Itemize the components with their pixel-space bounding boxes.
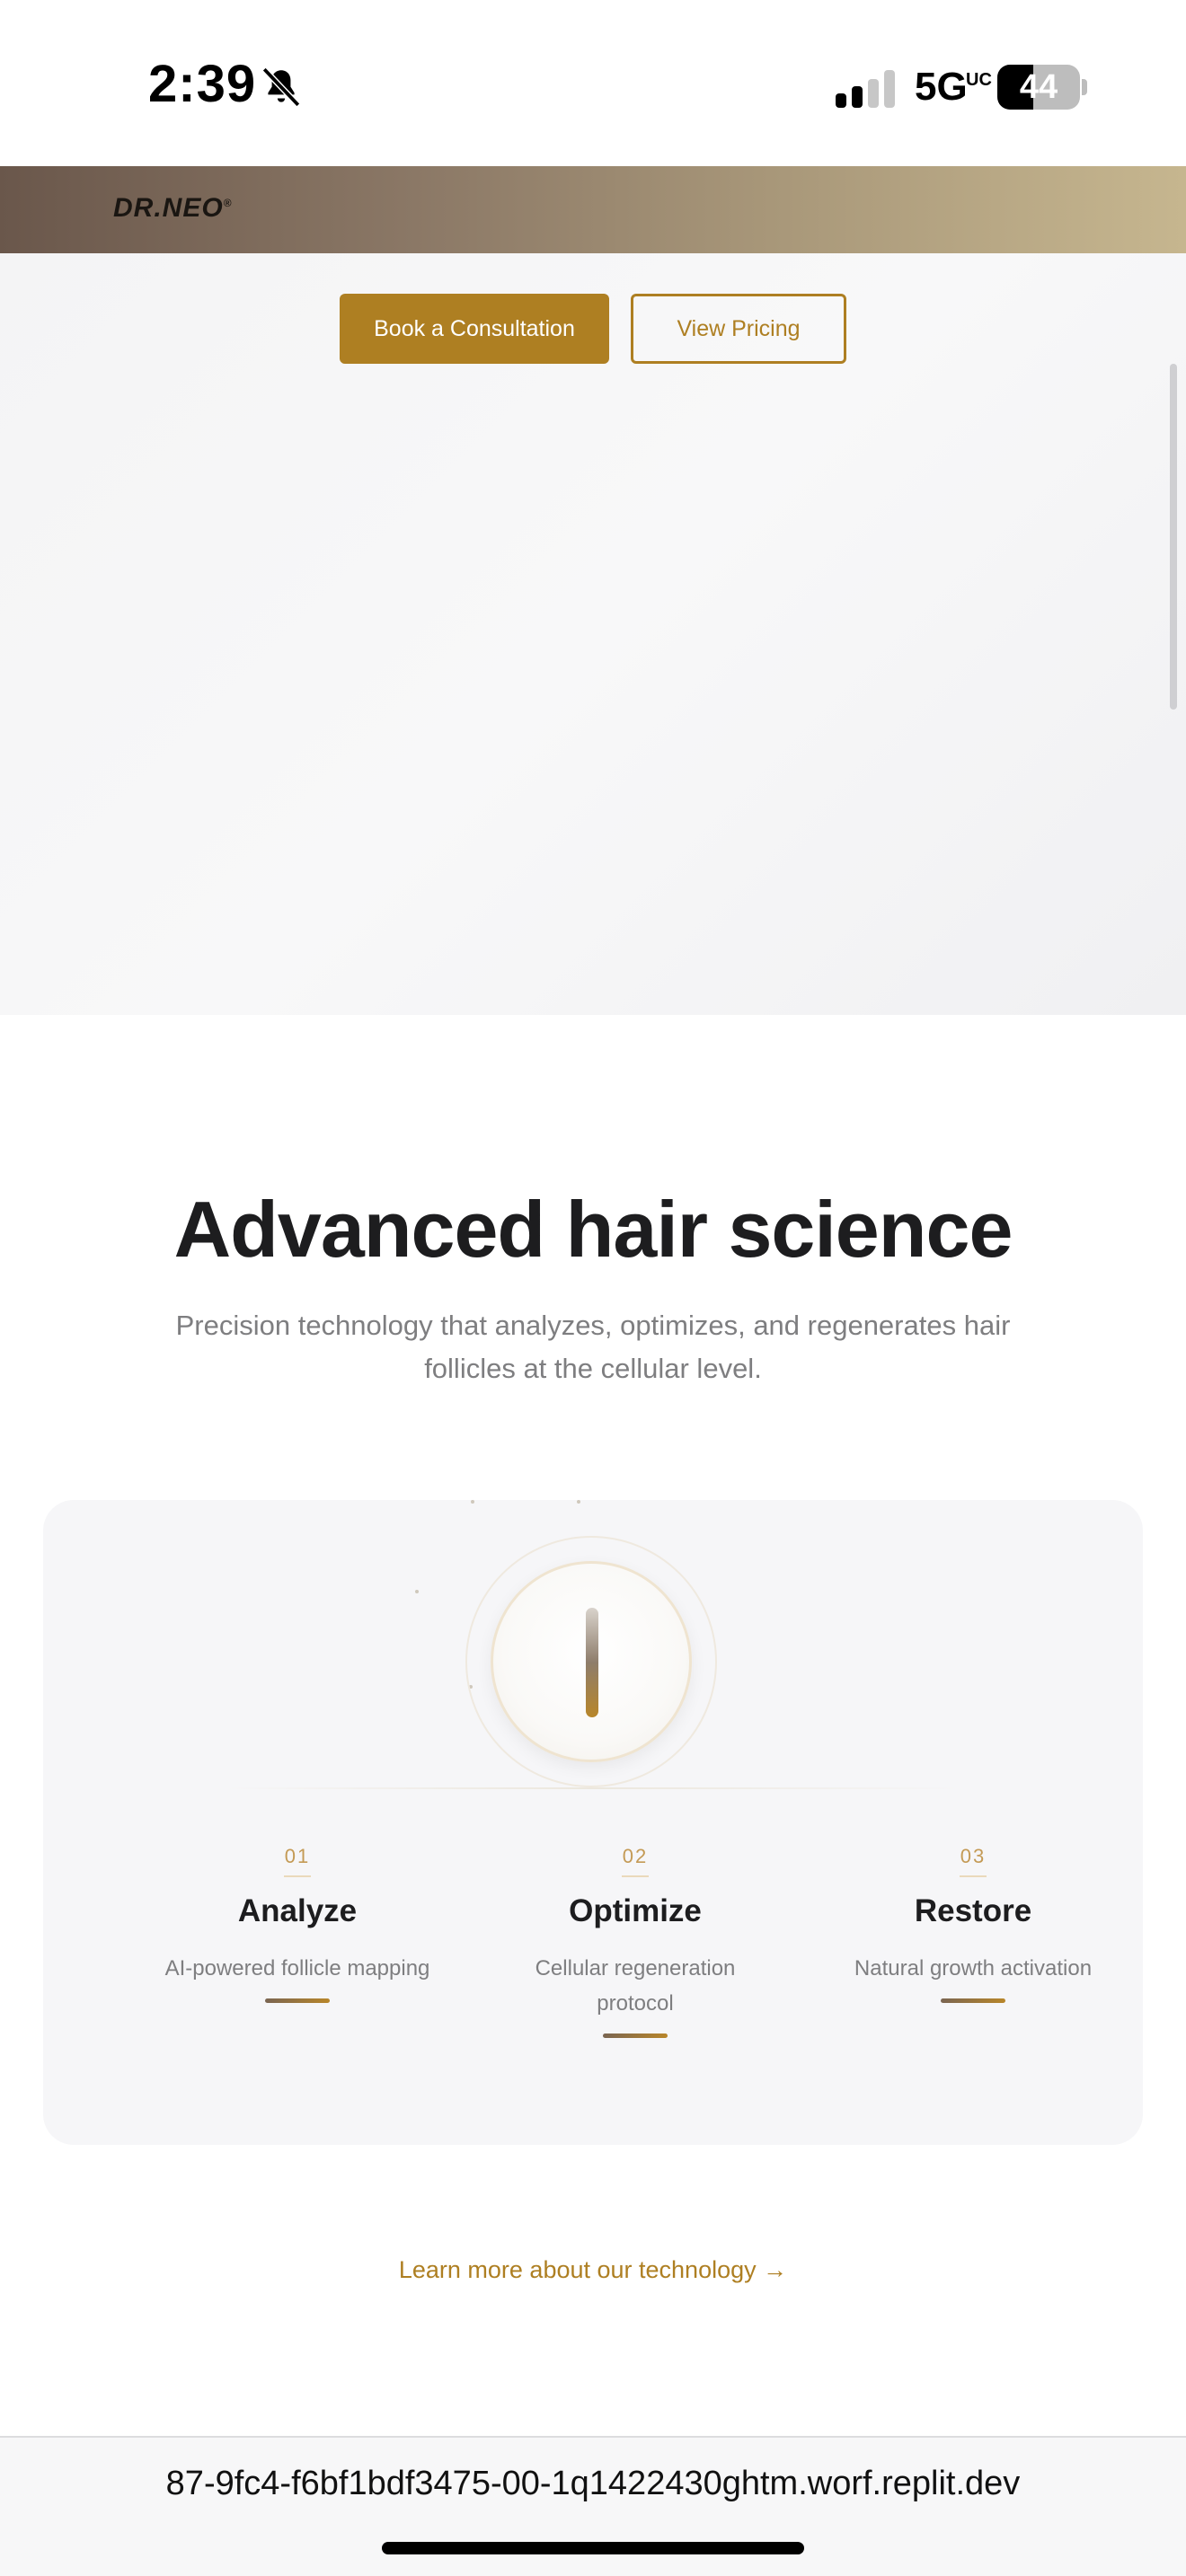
divider	[223, 1787, 963, 1789]
technology-card: 01 Analyze AI-powered follicle mapping 0…	[43, 1500, 1143, 2145]
decorative-dot	[577, 1500, 580, 1504]
section-subtitle: Precision technology that analyzes, opti…	[175, 1310, 1011, 1384]
hero-section: Book a Consultation View Pricing	[0, 253, 1186, 1015]
step-title: Analyze	[237, 1893, 358, 1928]
step-accent-bar	[603, 2033, 668, 2038]
battery-icon: 44	[997, 65, 1080, 110]
step-title: Optimize	[569, 1893, 702, 1928]
step-tick	[284, 1875, 311, 1877]
network-badge: UC	[966, 70, 992, 90]
step-tick	[960, 1875, 987, 1877]
step-description: Natural growth activation	[854, 1956, 1093, 1981]
step-title: Restore	[914, 1893, 1032, 1928]
step-optimize: 02 Optimize Cellular regeneration protoc…	[482, 1845, 788, 2038]
logo-mark: ®	[223, 197, 233, 209]
network-indicator: 5G UC	[915, 65, 992, 110]
logo-text: DR.NEO	[113, 193, 224, 223]
follicle-strand-icon	[586, 1608, 598, 1717]
browser-url-bar[interactable]: 87-9fc4-f6bf1bdf3475-00-1q1422430ghtm.wo…	[0, 2436, 1186, 2576]
decorative-dot	[415, 1590, 419, 1593]
step-analyze: 01 Analyze AI-powered follicle mapping	[145, 1845, 450, 2003]
battery-tip	[1082, 79, 1087, 95]
section-title: Advanced hair science	[173, 1185, 1013, 1274]
status-time: 2:39	[148, 55, 257, 113]
home-indicator[interactable]	[382, 2542, 804, 2554]
site-header: DR.NEO®	[0, 166, 1186, 253]
step-number: 03	[960, 1845, 987, 1867]
network-label: 5G	[915, 65, 968, 109]
book-consultation-button[interactable]: Book a Consultation	[340, 294, 609, 364]
step-restore: 03 Restore Natural growth activation	[820, 1845, 1126, 2003]
battery-percent: 44	[1019, 68, 1058, 106]
step-number: 01	[284, 1845, 311, 1867]
step-tick	[622, 1875, 649, 1877]
dr-neo-logo[interactable]: DR.NEO®	[113, 193, 233, 224]
learn-more-link[interactable]: Learn more about our technology →	[0, 2256, 1186, 2284]
step-description: AI-powered follicle mapping	[164, 1956, 430, 1981]
signal-icon	[836, 68, 898, 108]
bell-slash-icon	[261, 66, 301, 108]
status-bar: 2:39 5G UC 44	[0, 0, 1186, 166]
step-description: Cellular regeneration protocol	[535, 1956, 736, 2016]
scrollbar[interactable]	[1170, 364, 1177, 710]
decorative-dot	[471, 1500, 474, 1504]
step-accent-bar	[941, 1998, 1005, 2003]
step-accent-bar	[265, 1998, 330, 2003]
view-pricing-button[interactable]: View Pricing	[631, 294, 846, 364]
url-text[interactable]: 87-9fc4-f6bf1bdf3475-00-1q1422430ghtm.wo…	[0, 2465, 1186, 2503]
step-number: 02	[622, 1845, 649, 1867]
